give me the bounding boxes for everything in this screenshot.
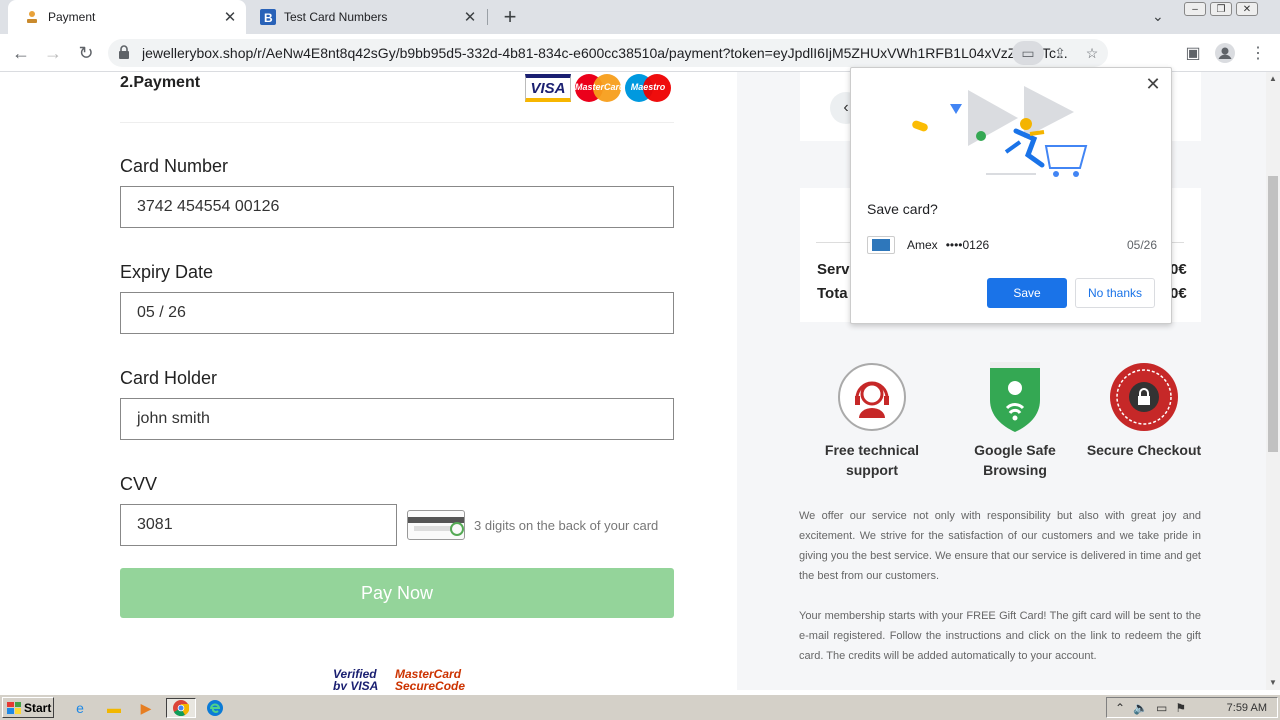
svg-text:B: B (264, 11, 273, 25)
cvv-field[interactable]: 3081 (120, 504, 397, 546)
flag-icon[interactable]: ⚑ (1175, 701, 1186, 715)
cvv-label: CVV (120, 474, 158, 494)
badge-secure-checkout: Secure Checkout (1084, 362, 1204, 460)
close-icon[interactable]: ✕ (1143, 74, 1163, 94)
page-scrollbar[interactable]: ▲ ▼ (1266, 72, 1280, 690)
badge-label: Google Safe Browsing (974, 442, 1056, 478)
expiry-field[interactable]: 05 / 26 (120, 292, 674, 334)
address-bar[interactable]: jewellerybox.shop/r/AeNw4E8nt8q42sGy/b9b… (108, 39, 1108, 67)
total-label: Tota (817, 285, 848, 302)
forward-icon[interactable]: → (41, 41, 65, 65)
chrome-icon[interactable] (166, 698, 196, 718)
cvv-hint: 3 digits on the back of your card (474, 518, 659, 533)
card-logos: VISA MasterCard Maestro (525, 74, 671, 102)
media-player-icon[interactable]: ▶ (134, 698, 158, 718)
card-number-label: Card Number (120, 156, 229, 176)
service-label: Serv (817, 261, 850, 278)
clock: 7:59 AM (1226, 701, 1267, 714)
scroll-thumb[interactable] (1268, 176, 1278, 452)
tab-title: Test Card Numbers (284, 10, 388, 24)
close-tab-icon[interactable]: ✕ (460, 7, 480, 27)
internet-explorer-icon[interactable]: e (68, 698, 92, 718)
mastercard-logo: MasterCard (575, 74, 625, 102)
secure-checkout-seal-icon (1109, 362, 1179, 432)
chevron-down-icon[interactable]: ⌄ (1152, 8, 1164, 25)
save-button[interactable]: Save (987, 278, 1067, 308)
close-window-icon[interactable]: ✕ (1236, 2, 1258, 16)
new-tab-icon[interactable]: + (498, 4, 522, 29)
mastercard-securecode-logo: MasterCard SecureCode (395, 667, 466, 690)
url-text: jewellerybox.shop/r/AeNw4E8nt8q42sGy/b9b… (142, 45, 1068, 61)
headset-icon (837, 362, 907, 432)
card-brand: Amex (907, 238, 938, 252)
windows-taskbar: Start e ▬ ▶ ⌃ 🔈 ▭ ⚑ 7:59 AM (0, 694, 1280, 720)
tab-title: Payment (48, 10, 96, 24)
scroll-up-icon[interactable]: ▲ (1266, 72, 1280, 86)
badge-support: Free technical support (812, 362, 932, 480)
scroll-down-icon[interactable]: ▼ (1266, 676, 1280, 690)
shield-icon (980, 362, 1050, 432)
membership-paragraph: Your membership starts with your FREE Gi… (799, 610, 1201, 662)
badge-safe-browsing: Google Safe Browsing (955, 362, 1075, 480)
visa-logo: VISA (525, 74, 571, 102)
share-icon[interactable]: ⇪ (1044, 45, 1076, 62)
card-masked-number: ••••0126 (945, 238, 990, 252)
card-number-field[interactable]: 3742 454554 00126 (120, 186, 674, 228)
section-title: 2.Payment (120, 74, 201, 91)
network-icon[interactable]: ▭ (1156, 701, 1167, 715)
save-card-question: Save card? (867, 201, 938, 217)
menu-kebab-icon[interactable]: ⋮ (1246, 41, 1270, 65)
badge-label: Free technical support (824, 442, 920, 478)
window-controls: – ❐ ✕ (1184, 2, 1258, 16)
verified-by-visa-logo: Verified by VISA (333, 667, 379, 690)
card-expiry: 05/26 (1126, 238, 1157, 252)
save-card-dialog: ✕ Save card? Amex ••••0126 05/26 Save No… (850, 67, 1172, 324)
card-holder-field[interactable]: john smith (120, 398, 674, 440)
tab-test-card-numbers[interactable]: B Test Card Numbers ✕ (246, 0, 486, 34)
total-amount: 0€ (1170, 285, 1187, 302)
security-logos: Verified by VISA MasterCard SecureCode (333, 667, 466, 690)
tab-strip: Payment ✕ B Test Card Numbers ✕ + ⌄ – ❐ … (0, 0, 1280, 34)
edge-icon[interactable] (203, 698, 227, 718)
bookmark-star-icon[interactable]: ☆ (1076, 45, 1108, 62)
profile-avatar-icon[interactable] (1213, 41, 1237, 65)
divider (120, 122, 674, 123)
pay-now-button[interactable]: Pay Now (120, 568, 674, 618)
expiry-label: Expiry Date (120, 262, 214, 282)
saved-card-row: Amex ••••0126 05/26 (867, 235, 1157, 255)
close-tab-icon[interactable]: ✕ (220, 7, 240, 27)
jewelry-icon (24, 9, 40, 25)
system-tray: ⌃ 🔈 ▭ ⚑ 7:59 AM (1106, 697, 1278, 718)
badge-label: Secure Checkout (1086, 442, 1202, 458)
back-icon[interactable]: ← (9, 41, 33, 65)
b-icon: B (260, 9, 276, 25)
start-button[interactable]: Start (2, 697, 54, 718)
side-panel-icon[interactable]: ▣ (1181, 41, 1205, 65)
maestro-logo: Maestro (625, 74, 671, 102)
restore-icon[interactable]: ❐ (1210, 2, 1232, 16)
volume-icon[interactable]: 🔈 (1133, 701, 1148, 715)
windows-logo-icon (7, 701, 21, 714)
about-paragraph: We offer our service not only with respo… (799, 510, 1201, 582)
minimize-icon[interactable]: – (1184, 2, 1206, 16)
service-amount: 0€ (1170, 261, 1187, 278)
card-holder-label: Card Holder (120, 368, 218, 388)
tab-separator (487, 9, 488, 25)
card-icon[interactable]: ▭ (1012, 41, 1044, 65)
tab-payment[interactable]: Payment ✕ (8, 0, 246, 34)
tray-chevron-icon[interactable]: ⌃ (1115, 701, 1125, 715)
reload-icon[interactable]: ↻ (74, 41, 98, 65)
amex-card-icon (867, 236, 895, 254)
card-back-icon (407, 510, 465, 540)
start-label: Start (24, 700, 52, 715)
folder-icon[interactable]: ▬ (102, 698, 126, 718)
lock-icon (118, 44, 132, 62)
shopping-illustration-icon (906, 76, 1096, 186)
no-thanks-button[interactable]: No thanks (1075, 278, 1155, 308)
